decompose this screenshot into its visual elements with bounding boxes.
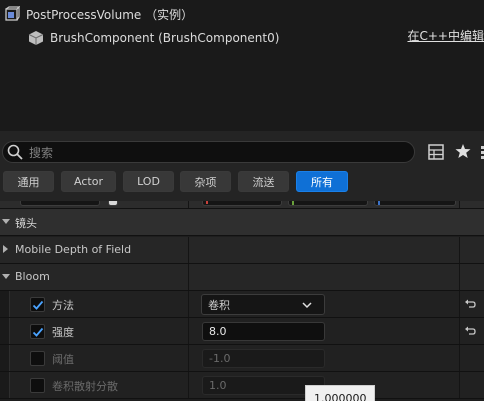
intensity-number-field[interactable]: 8.0: [202, 322, 325, 341]
property-grid: 镜头 Mobile Depth of Field Bloom 方法 卷积 强度 …: [0, 201, 484, 401]
reset-arrow-icon[interactable]: [464, 325, 476, 337]
search-input[interactable]: 搜索: [2, 141, 415, 163]
checkmark-icon: [32, 300, 44, 310]
collapse-arrow-icon: [2, 274, 10, 279]
partial-field-z[interactable]: [374, 201, 456, 206]
partial-swatch[interactable]: [108, 201, 118, 206]
component-tree: PostProcessVolume （实例） BrushComponent (B…: [0, 0, 484, 131]
method-dropdown-value: 卷积: [208, 298, 230, 312]
collapse-arrow-icon: [2, 219, 10, 224]
category-lens-label: 镜头: [15, 217, 37, 230]
grid-view-icon[interactable]: [428, 144, 444, 160]
subcategory-bloom[interactable]: Bloom: [0, 264, 484, 291]
partial-field-x[interactable]: [202, 201, 282, 206]
subcategory-mobile-dof-label: Mobile Depth of Field: [15, 243, 132, 256]
search-placeholder: 搜索: [29, 145, 54, 160]
override-checkbox-convolution-scatter[interactable]: [30, 378, 45, 393]
filter-all[interactable]: 所有: [296, 171, 348, 192]
category-lens[interactable]: 镜头: [0, 209, 484, 236]
component-cube-icon: [28, 30, 44, 46]
override-checkbox-method[interactable]: [30, 297, 45, 312]
property-label-threshold: 阈值: [52, 353, 74, 366]
method-dropdown[interactable]: 卷积: [201, 294, 325, 315]
more-icon[interactable]: [479, 144, 484, 160]
reset-arrow-icon[interactable]: [464, 298, 476, 310]
checkmark-icon: [32, 327, 44, 337]
filter-general[interactable]: 通用: [3, 171, 54, 192]
subcategory-bloom-label: Bloom: [15, 270, 50, 283]
filter-actor[interactable]: Actor: [61, 171, 116, 192]
override-checkbox-threshold[interactable]: [30, 351, 45, 366]
actor-cube-icon: [4, 5, 21, 22]
tree-root-label: PostProcessVolume （实例）: [26, 7, 194, 22]
filter-lod[interactable]: LOD: [123, 171, 174, 192]
property-row-intensity: 强度 8.0: [0, 318, 484, 345]
chevron-down-icon: [302, 302, 312, 309]
edit-in-cpp-link[interactable]: 在C++中编辑: [408, 27, 484, 44]
property-label-intensity: 强度: [52, 326, 74, 339]
partial-field-y[interactable]: [288, 201, 368, 206]
property-row-convolution-scatter: 卷积散射分散 1.0: [0, 372, 484, 399]
override-checkbox-intensity[interactable]: [30, 324, 45, 339]
star-icon[interactable]: [455, 143, 471, 159]
partial-property-row: [0, 201, 484, 209]
property-label-method: 方法: [52, 299, 74, 312]
subcategory-mobile-dof[interactable]: Mobile Depth of Field: [0, 237, 484, 264]
tree-child-label: BrushComponent (BrushComponent0): [50, 31, 280, 45]
property-label-convolution-scatter: 卷积散射分散: [52, 380, 118, 393]
partial-combo[interactable]: [20, 201, 100, 206]
value-tooltip: 1.000000: [305, 385, 375, 401]
property-row-method: 方法 卷积: [0, 291, 484, 318]
expand-arrow-icon: [3, 245, 8, 253]
property-row-threshold: 阈值 -1.0: [0, 345, 484, 372]
tree-item-root[interactable]: PostProcessVolume （实例）: [0, 2, 484, 26]
search-icon: [7, 144, 23, 160]
threshold-number-field: -1.0: [202, 349, 325, 368]
filter-streaming[interactable]: 流送: [238, 171, 289, 192]
filter-misc[interactable]: 杂项: [180, 171, 231, 192]
